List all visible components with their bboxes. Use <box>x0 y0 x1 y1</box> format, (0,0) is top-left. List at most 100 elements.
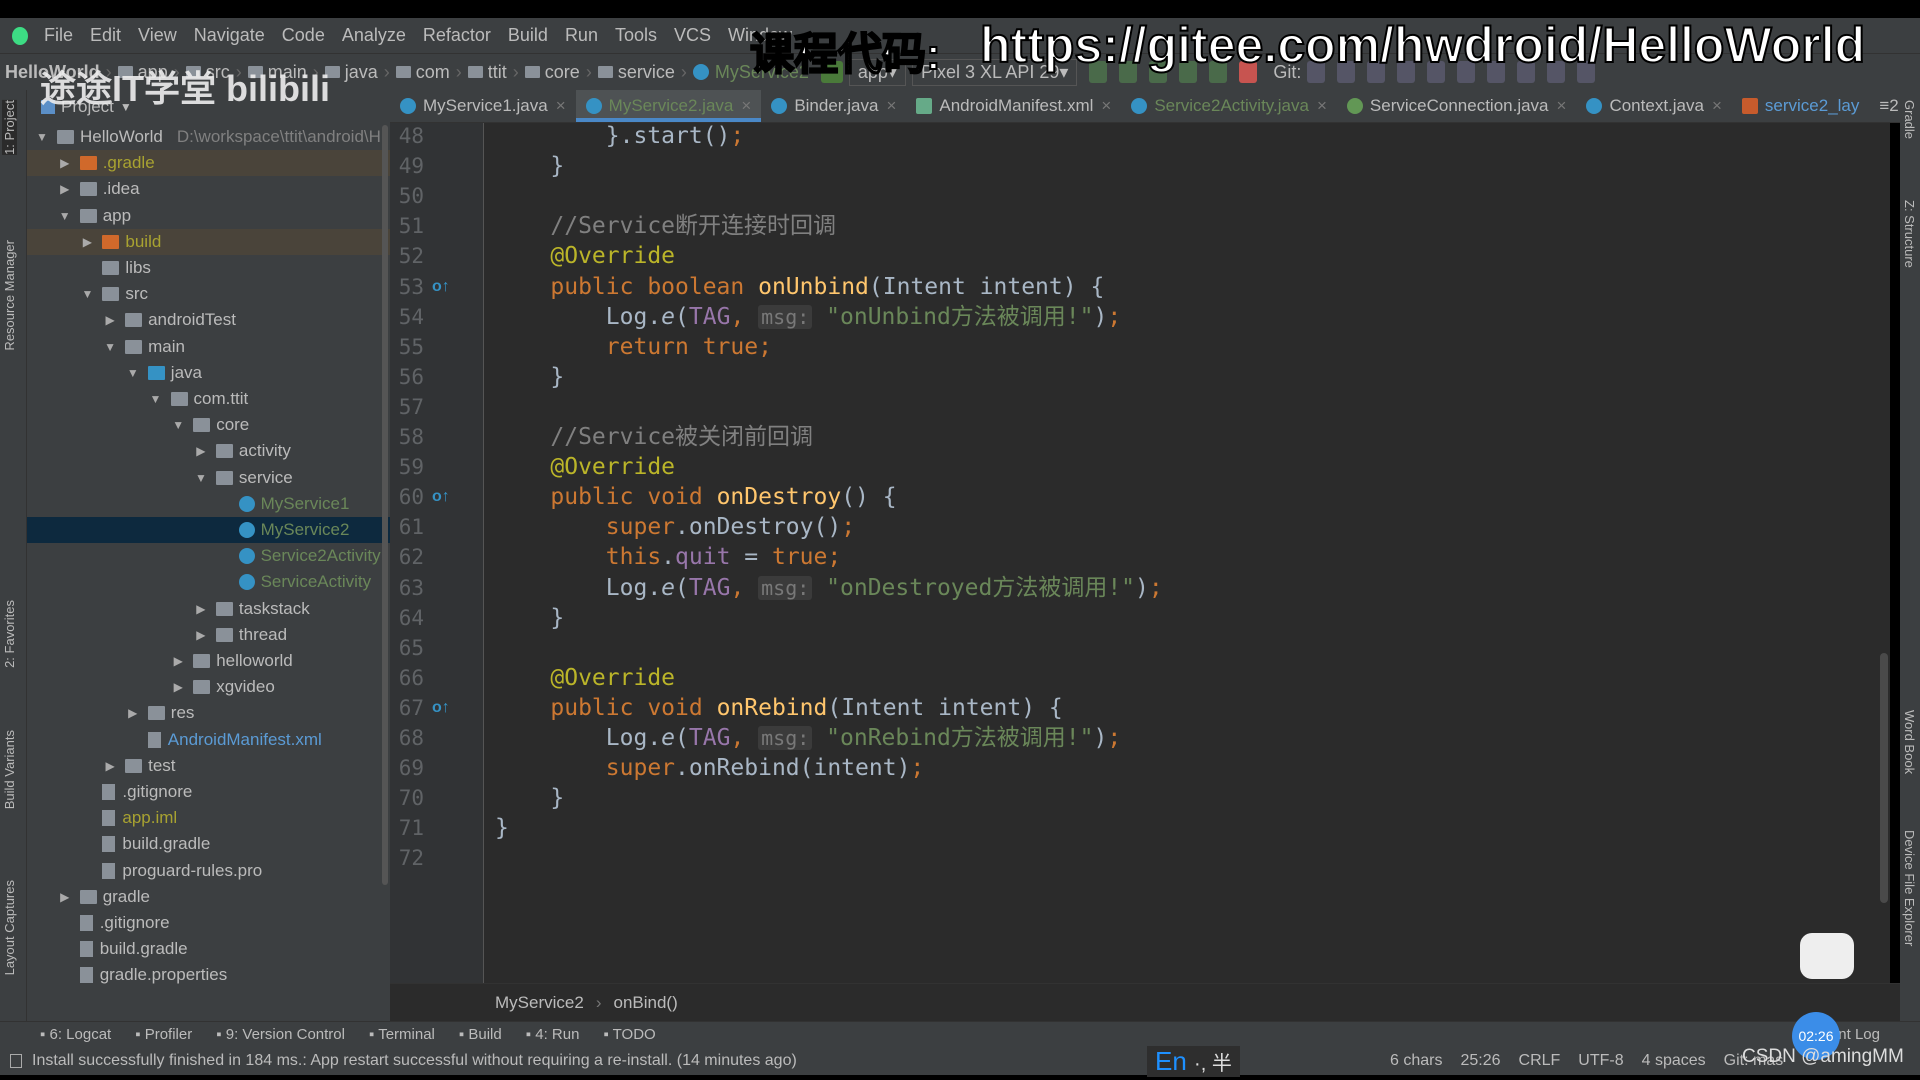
collapsed-arrow-icon[interactable]: ▶ <box>58 156 72 170</box>
tree-item-myservice1[interactable]: MyService1 <box>27 491 390 517</box>
tree-item-java[interactable]: ▼ java <box>27 360 390 386</box>
tool-window-build[interactable]: ▪ Build <box>459 1026 502 1043</box>
tab-service2activity-java[interactable]: Service2Activity.java × <box>1121 90 1337 122</box>
override-marker-icon[interactable]: o↑ <box>432 482 450 512</box>
tab-myservice2-java[interactable]: MyService2.java × <box>575 90 762 122</box>
tree-item-build[interactable]: ▶ build <box>27 228 390 255</box>
close-icon[interactable]: × <box>1101 96 1111 116</box>
breadcrumb-item[interactable]: core › <box>524 62 592 83</box>
tree-item-src[interactable]: ▼ src <box>27 281 390 307</box>
tool-window-device-file-explorer[interactable]: Device File Explorer <box>1902 830 1917 946</box>
tree-scrollbar[interactable] <box>382 125 388 885</box>
tool-window-2-favorites[interactable]: 2: Favorites <box>2 600 17 668</box>
breadcrumb-item[interactable]: service › <box>597 62 687 83</box>
tree-item-app[interactable]: ▼ app <box>27 203 390 229</box>
indent-setting[interactable]: 4 spaces <box>1642 1052 1706 1070</box>
tab-binder-java[interactable]: Binder.java × <box>761 90 906 122</box>
close-icon[interactable]: × <box>1317 96 1327 116</box>
tree-item-xgvideo[interactable]: ▶ xgvideo <box>27 674 390 700</box>
menu-analyze[interactable]: Analyze <box>342 25 406 46</box>
tool-window-build-variants[interactable]: Build Variants <box>2 730 17 809</box>
tool-window-1-project[interactable]: 1: Project <box>2 100 17 155</box>
tool-window-4-run[interactable]: ▪ 4: Run <box>526 1026 580 1043</box>
tree-item-thread[interactable]: ▶ thread <box>27 622 390 648</box>
file-encoding[interactable]: UTF-8 <box>1578 1052 1623 1070</box>
tree-item-gradle-properties[interactable]: gradle.properties <box>27 962 390 988</box>
tab-serviceconnection-java[interactable]: ServiceConnection.java × <box>1337 90 1577 122</box>
tool-window-z-structure[interactable]: Z: Structure <box>1902 200 1917 268</box>
tool-window-profiler[interactable]: ▪ Profiler <box>135 1026 192 1043</box>
tree-item-androidtest[interactable]: ▶ androidTest <box>27 307 390 333</box>
collapsed-arrow-icon[interactable]: ▶ <box>103 313 117 327</box>
menu-vcs[interactable]: VCS <box>674 25 711 46</box>
expanded-arrow-icon[interactable]: ▼ <box>126 366 140 380</box>
play-icon[interactable] <box>1800 933 1854 979</box>
tree-item--gitignore[interactable]: .gitignore <box>27 779 390 805</box>
tool-window-terminal[interactable]: ▪ Terminal <box>369 1026 435 1043</box>
line-separator[interactable]: CRLF <box>1519 1052 1561 1070</box>
collapsed-arrow-icon[interactable]: ▶ <box>194 602 208 616</box>
tree-item--gitignore[interactable]: .gitignore <box>27 910 390 936</box>
breadcrumb-item[interactable]: ttit › <box>467 62 519 83</box>
menu-run[interactable]: Run <box>565 25 598 46</box>
expanded-arrow-icon[interactable]: ▼ <box>80 287 94 301</box>
tool-window-gradle[interactable]: Gradle <box>1902 100 1917 139</box>
tree-item-androidmanifest-xml[interactable]: AndroidManifest.xml <box>27 727 390 753</box>
tool-window-word-book[interactable]: Word Book <box>1902 710 1917 774</box>
menu-navigate[interactable]: Navigate <box>194 25 265 46</box>
close-icon[interactable]: × <box>556 96 566 116</box>
breadcrumb-item[interactable]: com › <box>395 62 462 83</box>
menu-refactor[interactable]: Refactor <box>423 25 491 46</box>
menu-tools[interactable]: Tools <box>615 25 657 46</box>
tree-item-service2activity[interactable]: Service2Activity <box>27 543 390 569</box>
collapsed-arrow-icon[interactable]: ▶ <box>194 628 208 642</box>
tree-item-gradle[interactable]: ▶ gradle <box>27 884 390 910</box>
close-icon[interactable]: × <box>741 96 751 116</box>
tree-item-helloworld[interactable]: ▼ HelloWorld D:\workspace\ttit\android\H <box>27 124 390 150</box>
tree-item-com-ttit[interactable]: ▼ com.ttit <box>27 386 390 412</box>
expanded-arrow-icon[interactable]: ▼ <box>149 392 163 406</box>
collapsed-arrow-icon[interactable]: ▶ <box>80 235 94 249</box>
tool-window-layout-captures[interactable]: Layout Captures <box>2 880 17 975</box>
expanded-arrow-icon[interactable]: ▼ <box>103 340 117 354</box>
tree-item--gradle[interactable]: ▶ .gradle <box>27 150 390 177</box>
crumb-method[interactable]: onBind() <box>613 993 677 1013</box>
tree-item-build-gradle[interactable]: build.gradle <box>27 936 390 962</box>
tree-item-main[interactable]: ▼ main <box>27 334 390 360</box>
menu-file[interactable]: File <box>44 25 73 46</box>
override-marker-icon[interactable]: o↑ <box>432 693 450 723</box>
collapsed-arrow-icon[interactable]: ▶ <box>126 706 140 720</box>
tab-service2-lay[interactable]: service2_lay <box>1732 90 1870 122</box>
tree-item-res[interactable]: ▶ res <box>27 700 390 726</box>
status-message[interactable]: Install successfully finished in 184 ms.… <box>32 1052 797 1070</box>
tree-item-taskstack[interactable]: ▶ taskstack <box>27 596 390 622</box>
collapsed-arrow-icon[interactable]: ▶ <box>103 759 117 773</box>
editor-scrollbar[interactable] <box>1880 653 1888 903</box>
collapsed-arrow-icon[interactable]: ▶ <box>171 654 185 668</box>
menu-build[interactable]: Build <box>508 25 548 46</box>
expanded-arrow-icon[interactable]: ▼ <box>171 418 185 432</box>
expanded-arrow-icon[interactable]: ▼ <box>58 209 72 223</box>
close-icon[interactable]: × <box>886 96 896 116</box>
close-icon[interactable]: × <box>1712 96 1722 116</box>
tool-window-resource-manager[interactable]: Resource Manager <box>2 240 17 351</box>
caret-position[interactable]: 25:26 <box>1460 1052 1500 1070</box>
collapsed-arrow-icon[interactable]: ▶ <box>58 182 72 196</box>
tree-item-myservice2[interactable]: MyService2 <box>27 517 390 543</box>
tab-context-java[interactable]: Context.java × <box>1576 90 1731 122</box>
tool-window-todo[interactable]: ▪ TODO <box>603 1026 655 1043</box>
menu-view[interactable]: View <box>138 25 177 46</box>
tree-item-app-iml[interactable]: app.iml <box>27 805 390 831</box>
tab-androidmanifest-xml[interactable]: AndroidManifest.xml × <box>906 90 1121 122</box>
tree-item--idea[interactable]: ▶ .idea <box>27 176 390 202</box>
tree-item-core[interactable]: ▼ core <box>27 412 390 438</box>
override-marker-icon[interactable]: o↑ <box>432 272 450 302</box>
menu-code[interactable]: Code <box>282 25 325 46</box>
collapsed-arrow-icon[interactable]: ▶ <box>194 444 208 458</box>
expanded-arrow-icon[interactable]: ▼ <box>35 130 49 144</box>
tree-item-activity[interactable]: ▶ activity <box>27 438 390 464</box>
menu-edit[interactable]: Edit <box>90 25 121 46</box>
crumb-class[interactable]: MyService2 <box>495 993 584 1013</box>
breadcrumb-item[interactable]: java › <box>324 62 390 83</box>
tab-myservice1-java[interactable]: MyService1.java × <box>390 90 576 122</box>
